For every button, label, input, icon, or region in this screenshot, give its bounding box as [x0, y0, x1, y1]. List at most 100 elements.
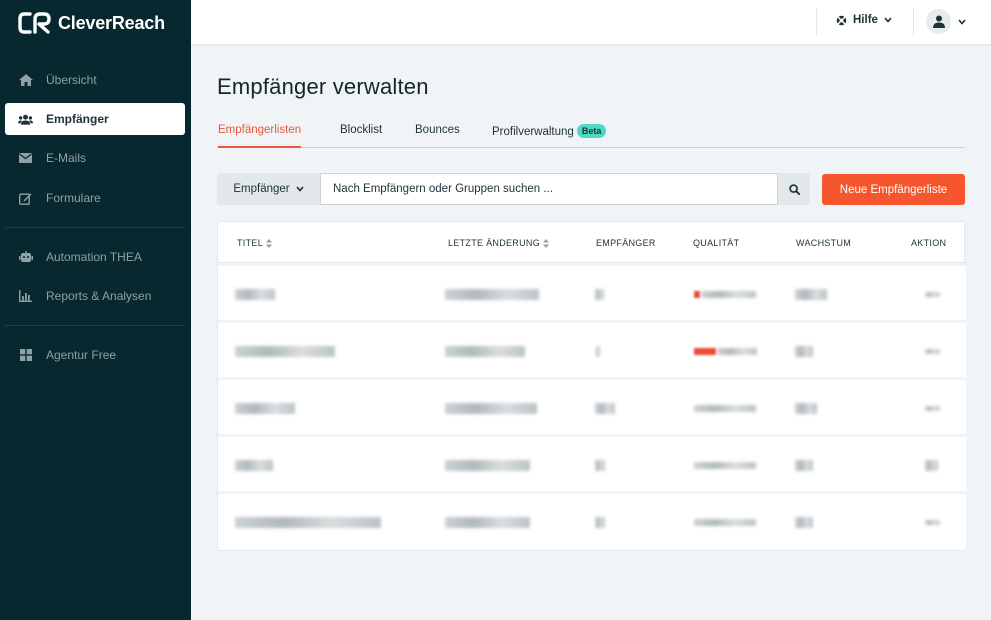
column-header-recipients: EMPFÄNGER [596, 238, 656, 248]
redacted-date [445, 289, 539, 300]
user-icon [932, 15, 945, 28]
quality-bar [701, 291, 756, 298]
tab-profilverwaltung[interactable]: Profilverwaltung Beta [492, 124, 607, 148]
tab-label: Blocklist [340, 124, 383, 136]
quality-bar [717, 348, 757, 355]
column-header-label: LETZTE ÄNDERUNG [448, 238, 541, 248]
redacted-count [595, 403, 615, 414]
table-row[interactable] [218, 320, 966, 377]
table-row[interactable] [218, 263, 966, 320]
sidebar-item-label: Agentur Free [46, 348, 117, 362]
sidebar-item-emails[interactable]: E-Mails [5, 142, 185, 174]
redacted-date [445, 346, 525, 357]
redacted-count [595, 517, 605, 528]
select-label: Empfänger [233, 183, 290, 195]
column-header-growth: WACHSTUM [796, 238, 852, 248]
sidebar-item-label: Reports & Analysen [46, 289, 152, 303]
user-menu[interactable] [926, 9, 966, 34]
redacted-date [445, 460, 530, 471]
sidebar-item-automation[interactable]: Automation THEA [5, 241, 185, 273]
sidebar-item-label: Formulare [46, 191, 101, 205]
filter-bar: Empfänger [217, 173, 810, 205]
sidebar-item-empfaenger[interactable]: Empfänger [5, 103, 185, 135]
envelope-icon [18, 151, 33, 166]
quality-indicator [694, 291, 700, 298]
redacted-title [235, 403, 295, 414]
redacted-title [235, 346, 335, 357]
cleverreach-logo-icon [18, 12, 51, 34]
redacted-growth [795, 346, 813, 357]
tab-empfaengerlisten[interactable]: Empfängerlisten [218, 124, 302, 148]
search-input[interactable] [320, 173, 778, 205]
chevron-down-icon [958, 18, 966, 25]
table-row[interactable] [218, 434, 966, 491]
column-header-action: AKTION [911, 238, 947, 248]
chevron-down-icon [296, 186, 304, 192]
sidebar-item-formulare[interactable]: Formulare [5, 182, 185, 214]
edit-icon [18, 191, 33, 206]
column-header-quality: QUALITÄT [693, 238, 740, 248]
help-label: Hilfe [853, 14, 878, 26]
sidebar-item-label: Automation THEA [46, 250, 142, 264]
column-header-title[interactable]: TITEL [237, 238, 273, 248]
redacted-date [445, 403, 537, 414]
quality-bar [694, 462, 756, 469]
tab-label: Profilverwaltung [492, 126, 574, 138]
grid-icon [18, 348, 33, 363]
redacted-title [235, 517, 381, 528]
recipient-lists-table: TITEL LETZTE ÄNDERUNG EMPFÄNGER QUALITÄT… [217, 221, 966, 551]
help-menu[interactable]: Hilfe [836, 14, 892, 26]
redacted-growth [795, 289, 827, 300]
sort-icon [266, 238, 273, 248]
tab-bounces[interactable]: Bounces [415, 124, 460, 148]
sidebar-item-label: E-Mails [46, 151, 87, 165]
table-row[interactable] [218, 377, 966, 434]
redacted-growth [795, 403, 817, 414]
action-menu [925, 292, 940, 297]
sidebar-item-reports[interactable]: Reports & Analysen [5, 280, 185, 312]
recipient-type-select[interactable]: Empfänger [217, 173, 320, 205]
sidebar-divider [5, 325, 185, 326]
brand-name: CleverReach [58, 12, 165, 33]
topbar-divider [816, 8, 817, 36]
sidebar: CleverReach Übersicht Empfänger E-Mails … [0, 0, 191, 620]
tab-blocklist[interactable]: Blocklist [340, 124, 382, 148]
chevron-down-icon [884, 17, 892, 23]
quality-bar [694, 405, 756, 412]
sort-icon [543, 238, 550, 248]
search-icon [788, 183, 800, 195]
beta-badge: Beta [576, 124, 607, 138]
action-menu [925, 520, 940, 525]
new-recipient-list-button[interactable]: Neue Empfängerliste [822, 174, 965, 205]
redacted-date [445, 517, 530, 528]
redacted-title [235, 460, 273, 471]
redacted-growth [795, 460, 813, 471]
sidebar-item-uebersicht[interactable]: Übersicht [5, 64, 185, 96]
home-icon [18, 73, 33, 88]
robot-icon [18, 250, 33, 265]
search-button[interactable] [778, 173, 810, 205]
redacted-growth [795, 517, 813, 528]
sidebar-divider [5, 227, 185, 228]
table-row[interactable] [218, 491, 966, 548]
column-header-last-change[interactable]: LETZTE ÄNDERUNG [448, 238, 550, 248]
quality-indicator [694, 348, 716, 355]
avatar [926, 9, 951, 34]
tab-bar: Empfängerlisten Blocklist Bounces Profil… [217, 120, 965, 148]
column-header-label: TITEL [237, 238, 264, 248]
sidebar-item-agentur[interactable]: Agentur Free [5, 339, 185, 371]
redacted-count [595, 460, 605, 471]
action-menu [925, 406, 940, 411]
action-menu [925, 349, 940, 354]
lifebuoy-icon [836, 15, 847, 25]
bar-chart-icon [18, 289, 33, 304]
tab-label: Empfängerlisten [218, 124, 302, 136]
sidebar-item-label: Übersicht [46, 73, 97, 87]
redacted-count [596, 346, 600, 357]
topbar-divider [913, 8, 914, 36]
topbar: Hilfe [191, 0, 991, 44]
tab-label: Bounces [415, 124, 460, 136]
quality-bar [694, 519, 756, 526]
logo[interactable]: CleverReach [18, 10, 165, 36]
action-menu [925, 460, 938, 471]
